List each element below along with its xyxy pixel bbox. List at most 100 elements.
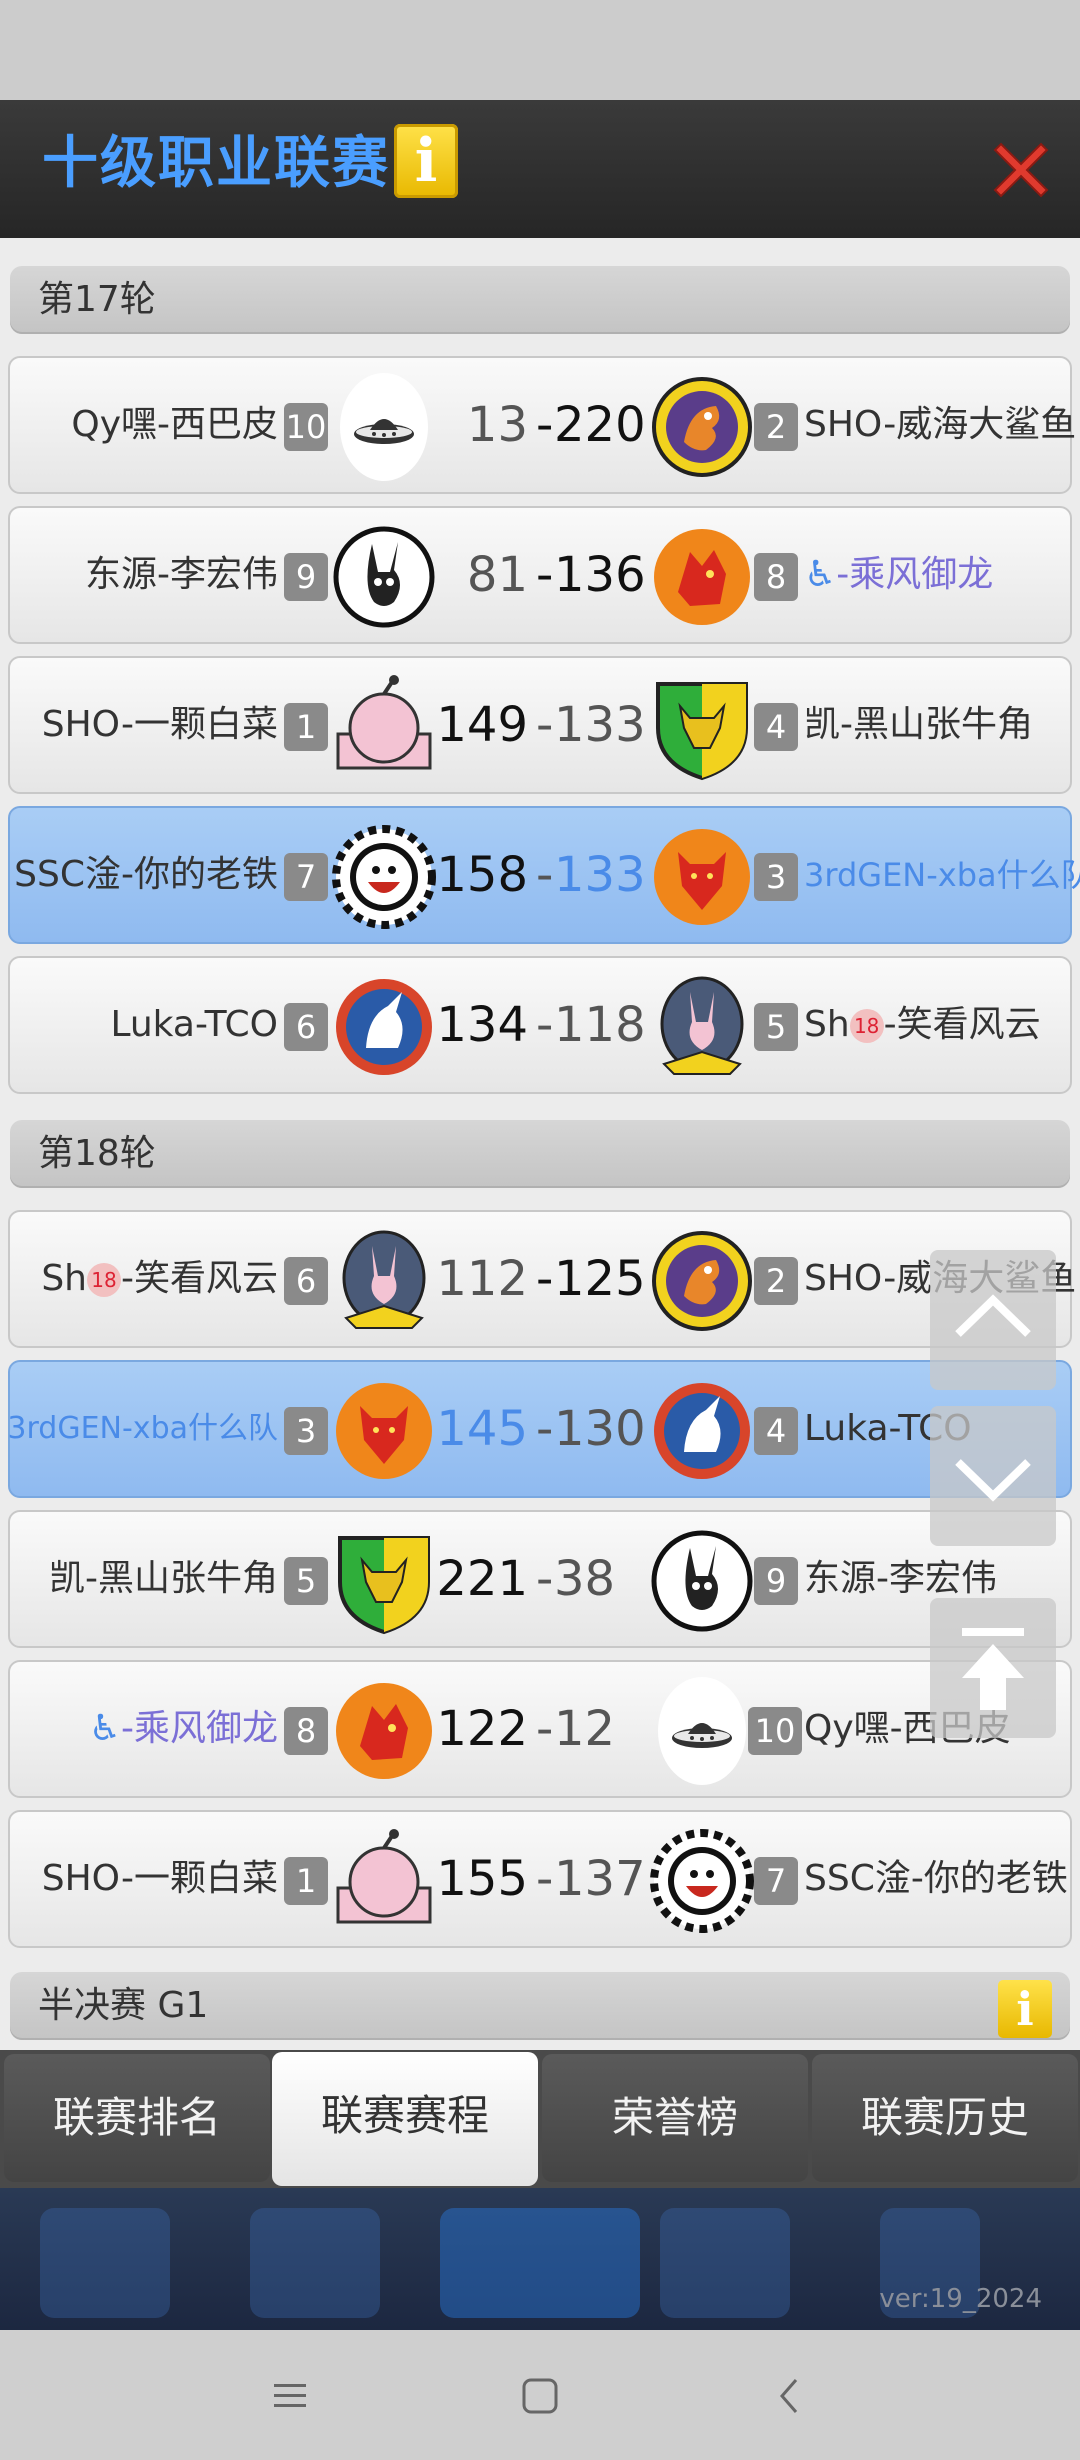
- away-team-name: SHO-威海大鲨鱼: [804, 404, 1077, 445]
- header-bar: 十级职业联赛 i: [0, 100, 1080, 238]
- score-separator: -: [536, 397, 554, 453]
- match-row[interactable]: ♿-乘风御龙 8 122 - 12 10 Qy嘿-西巴皮: [8, 1660, 1072, 1798]
- away-rank-badge: 2: [754, 403, 798, 451]
- away-rank-badge: 3: [754, 853, 798, 901]
- bunny-shield-logo-icon: [342, 1230, 426, 1329]
- tab-league-schedule[interactable]: 联赛赛程: [272, 2052, 538, 2186]
- dragon-shield-logo-icon: [652, 377, 752, 477]
- tab-bar: 联赛排名 联赛赛程 荣誉榜 联赛历史: [0, 2050, 1080, 2188]
- round-label: 第17轮: [38, 279, 156, 320]
- schedule-list[interactable]: 第17轮 Qy嘿-西巴皮 10 13 - 220 2 SHO-威海大鲨鱼 东源-…: [0, 238, 1080, 2050]
- away-team-label: -笑看风云: [883, 1004, 1041, 1045]
- back-icon[interactable]: [766, 2372, 814, 2420]
- away-score: 12: [554, 1701, 616, 1757]
- round-label: 半决赛 G1: [38, 1985, 209, 2026]
- match-row[interactable]: 凯-黑山张牛角 5 221 - 38 9 东源-李宏伟: [8, 1510, 1072, 1648]
- home-team-name: 3rdGEN-xba什么队: [7, 1411, 278, 1446]
- home-score: 155: [436, 1851, 528, 1907]
- away-rank-badge: 10: [748, 1707, 802, 1755]
- round-header: 第18轮: [10, 1120, 1070, 1188]
- match-row-highlighted[interactable]: SSC淦-你的老铁 7 158 - 133 3 3rdGEN-xba什么队: [8, 806, 1080, 944]
- match-row[interactable]: Qy嘿-西巴皮 10 13 - 220 2 SHO-威海大鲨鱼: [8, 356, 1076, 494]
- home-rank-badge: 6: [284, 1257, 328, 1305]
- close-icon[interactable]: [985, 134, 1057, 206]
- home-team-name: SHO-一颗白菜: [41, 1858, 278, 1899]
- info-icon[interactable]: i: [998, 1980, 1052, 2038]
- rabbit-team-logo-icon: [333, 526, 435, 628]
- tab-league-history[interactable]: 联赛历史: [812, 2054, 1078, 2182]
- away-team-label: -乘风御龙: [836, 554, 994, 595]
- round-header: 第17轮: [10, 266, 1070, 334]
- away-team-name: SSC淦-你的老铁: [804, 1858, 1068, 1899]
- home-rank-badge: 5: [284, 1557, 328, 1605]
- scroll-up-button[interactable]: [930, 1250, 1056, 1390]
- score-separator: -: [536, 697, 554, 753]
- red-dragon-logo-icon: [654, 529, 750, 625]
- tab-honor-roll[interactable]: 荣誉榜: [542, 2054, 808, 2182]
- bunny-shield-logo-icon: [660, 976, 744, 1075]
- away-score: 133: [554, 697, 646, 753]
- wheelchair-icon: ♿: [88, 1708, 121, 1749]
- home-score: 81: [466, 547, 528, 603]
- home-rank-badge: 1: [284, 703, 328, 751]
- info-icon[interactable]: i: [394, 124, 458, 198]
- home-team-name: ♿-乘风御龙: [89, 1662, 278, 1796]
- match-row[interactable]: Sh18-笑看风云 6 112 - 125 2 SHO-威海大鲨鱼: [8, 1210, 1076, 1348]
- home-score: 134: [436, 997, 528, 1053]
- age-18-icon: 18: [87, 1263, 121, 1297]
- home-rank-badge: 9: [284, 553, 328, 601]
- menu-icon[interactable]: [266, 2372, 314, 2420]
- bull-shield-logo-icon: [338, 1536, 430, 1635]
- away-score: 125: [554, 1251, 646, 1307]
- away-rank-badge: 5: [754, 1003, 798, 1051]
- system-nav-bar: [0, 2330, 1080, 2460]
- unicorn-logo-icon: [654, 1383, 750, 1479]
- home-rank-badge: 6: [284, 1003, 328, 1051]
- home-team-label: -笑看风云: [121, 1258, 278, 1299]
- home-score: 13: [466, 397, 528, 453]
- scroll-to-top-button[interactable]: [930, 1598, 1056, 1738]
- match-row[interactable]: SHO-一颗白菜 1 155 - 137 7 SSC淦-你的老铁: [8, 1810, 1072, 1948]
- away-rank-badge: 8: [754, 553, 798, 601]
- score-separator: -: [536, 1551, 554, 1607]
- match-row[interactable]: Luka-TCO 6 134 - 118 5 Sh 18 -笑看风云: [8, 956, 1072, 1094]
- away-rank-badge: 2: [754, 1257, 798, 1305]
- score-separator: -: [536, 847, 554, 903]
- unicorn-logo-icon: [336, 979, 432, 1075]
- blurred-icon: [250, 2208, 380, 2318]
- home-team-prefix: Sh: [41, 1258, 87, 1299]
- blurred-icon: [40, 2208, 170, 2318]
- home-team-name: Sh 18 -笑看风云: [41, 1212, 278, 1346]
- away-score: 38: [554, 1551, 616, 1607]
- wheelchair-icon: ♿: [804, 554, 837, 595]
- home-team-name: SHO-一颗白菜: [41, 704, 278, 745]
- match-row[interactable]: SHO-一颗白菜 1 149 - 133 4 凯-黑山张牛角: [8, 656, 1072, 794]
- round-header: 半决赛 G1 i: [10, 1972, 1070, 2040]
- home-rank-badge: 3: [284, 1407, 328, 1455]
- home-team-name: SSC淦-你的老铁: [14, 854, 278, 895]
- tab-league-ranking[interactable]: 联赛排名: [4, 2054, 270, 2182]
- home-team-name: 东源-李宏伟: [85, 554, 278, 595]
- away-score: 136: [554, 547, 646, 603]
- gear-monster-logo-icon: [332, 825, 436, 929]
- home-score: 158: [436, 847, 528, 903]
- away-score: 118: [554, 997, 646, 1053]
- match-row[interactable]: 东源-李宏伟 9 81 - 136 8 ♿-乘风御龙: [8, 506, 1072, 644]
- away-team-name: 3rdGEN-xba什么队: [804, 856, 1080, 894]
- match-row-highlighted[interactable]: 3rdGEN-xba什么队 3 145 - 130 4 Luka-TCO: [7, 1360, 1072, 1498]
- scroll-down-button[interactable]: [930, 1406, 1056, 1546]
- ufo-team-logo-icon: [658, 1677, 746, 1785]
- away-rank-badge: 4: [754, 703, 798, 751]
- score-separator: -: [536, 1701, 554, 1757]
- red-dragon-logo-icon: [336, 1683, 432, 1779]
- home-rank-badge: 1: [284, 1857, 328, 1905]
- home-rank-badge: 10: [284, 403, 328, 451]
- away-rank-badge: 4: [754, 1407, 798, 1455]
- home-icon[interactable]: [516, 2372, 564, 2420]
- round-label: 第18轮: [38, 1133, 156, 1174]
- away-score: 133: [554, 847, 646, 903]
- away-rank-badge: 9: [754, 1557, 798, 1605]
- rabbit-team-logo-icon: [651, 1530, 753, 1632]
- home-rank-badge: 7: [284, 853, 328, 901]
- home-score: 149: [436, 697, 528, 753]
